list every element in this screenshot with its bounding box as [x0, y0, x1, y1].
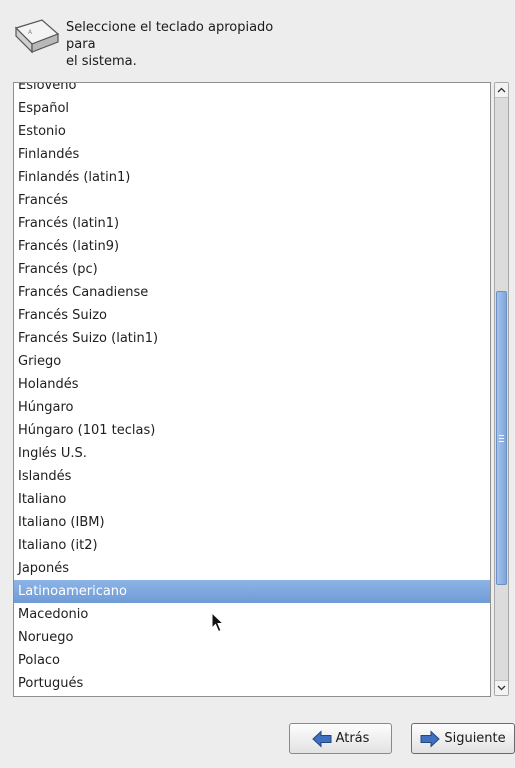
list-item[interactable]: Francés Canadiense — [14, 281, 490, 304]
list-item[interactable]: Francés (pc) — [14, 258, 490, 281]
list-item[interactable]: Reino Unido — [14, 695, 490, 696]
list-item[interactable]: Japonés — [14, 557, 490, 580]
list-item[interactable]: Inglés U.S. — [14, 442, 490, 465]
list-item[interactable]: Noruego — [14, 626, 490, 649]
list-item[interactable]: Francés Suizo — [14, 304, 490, 327]
list-scrollbar[interactable] — [494, 82, 509, 696]
list-item[interactable]: Finlandés (latin1) — [14, 166, 490, 189]
list-item[interactable]: Francés (latin1) — [14, 212, 490, 235]
grip-icon — [499, 434, 504, 442]
list-item[interactable]: Finlandés — [14, 143, 490, 166]
list-item[interactable]: Islandés — [14, 465, 490, 488]
list-item[interactable]: Latinoamericano — [14, 580, 490, 603]
list-item[interactable]: Italiano (it2) — [14, 534, 490, 557]
chevron-up-icon — [497, 87, 506, 93]
chevron-down-icon — [497, 685, 506, 691]
list-item[interactable]: Francés — [14, 189, 490, 212]
list-item[interactable]: Griego — [14, 350, 490, 373]
keyboard-list-items: Esloveno Español Estonio Finlandés Finlandés… — [14, 83, 490, 696]
list-item[interactable]: Estonio — [14, 120, 490, 143]
header: A Seleccione el teclado apropiado para e… — [0, 0, 515, 70]
next-button[interactable]: Siguiente — [411, 723, 515, 754]
list-item[interactable]: Húngaro — [14, 396, 490, 419]
arrow-left-icon — [311, 729, 332, 748]
list-item[interactable]: Francés Suizo (latin1) — [14, 327, 490, 350]
list-item[interactable]: Polaco — [14, 649, 490, 672]
list-item[interactable]: Portugués — [14, 672, 490, 695]
list-item[interactable]: Esloveno — [14, 83, 490, 97]
arrow-right-icon — [420, 729, 441, 748]
scroll-up-button[interactable] — [495, 83, 508, 98]
list-item[interactable]: Italiano (IBM) — [14, 511, 490, 534]
scroll-down-button[interactable] — [495, 680, 508, 695]
list-item[interactable]: Holandés — [14, 373, 490, 396]
list-item[interactable]: Español — [14, 97, 490, 120]
back-button-label: Atrás — [335, 731, 370, 746]
page-prompt: Seleccione el teclado apropiado para el … — [66, 20, 274, 69]
list-item[interactable]: Francés (latin9) — [14, 235, 490, 258]
next-button-label: Siguiente — [444, 731, 506, 746]
keyboard-list[interactable]: Esloveno Español Estonio Finlandés Finlandés… — [13, 82, 491, 697]
keyboard-icon: A — [14, 19, 60, 54]
back-button[interactable]: Atrás — [289, 723, 392, 754]
list-item[interactable]: Húngaro (101 teclas) — [14, 419, 490, 442]
list-item[interactable]: Italiano — [14, 488, 490, 511]
list-item[interactable]: Macedonio — [14, 603, 490, 626]
scrollbar-thumb[interactable] — [496, 291, 507, 585]
